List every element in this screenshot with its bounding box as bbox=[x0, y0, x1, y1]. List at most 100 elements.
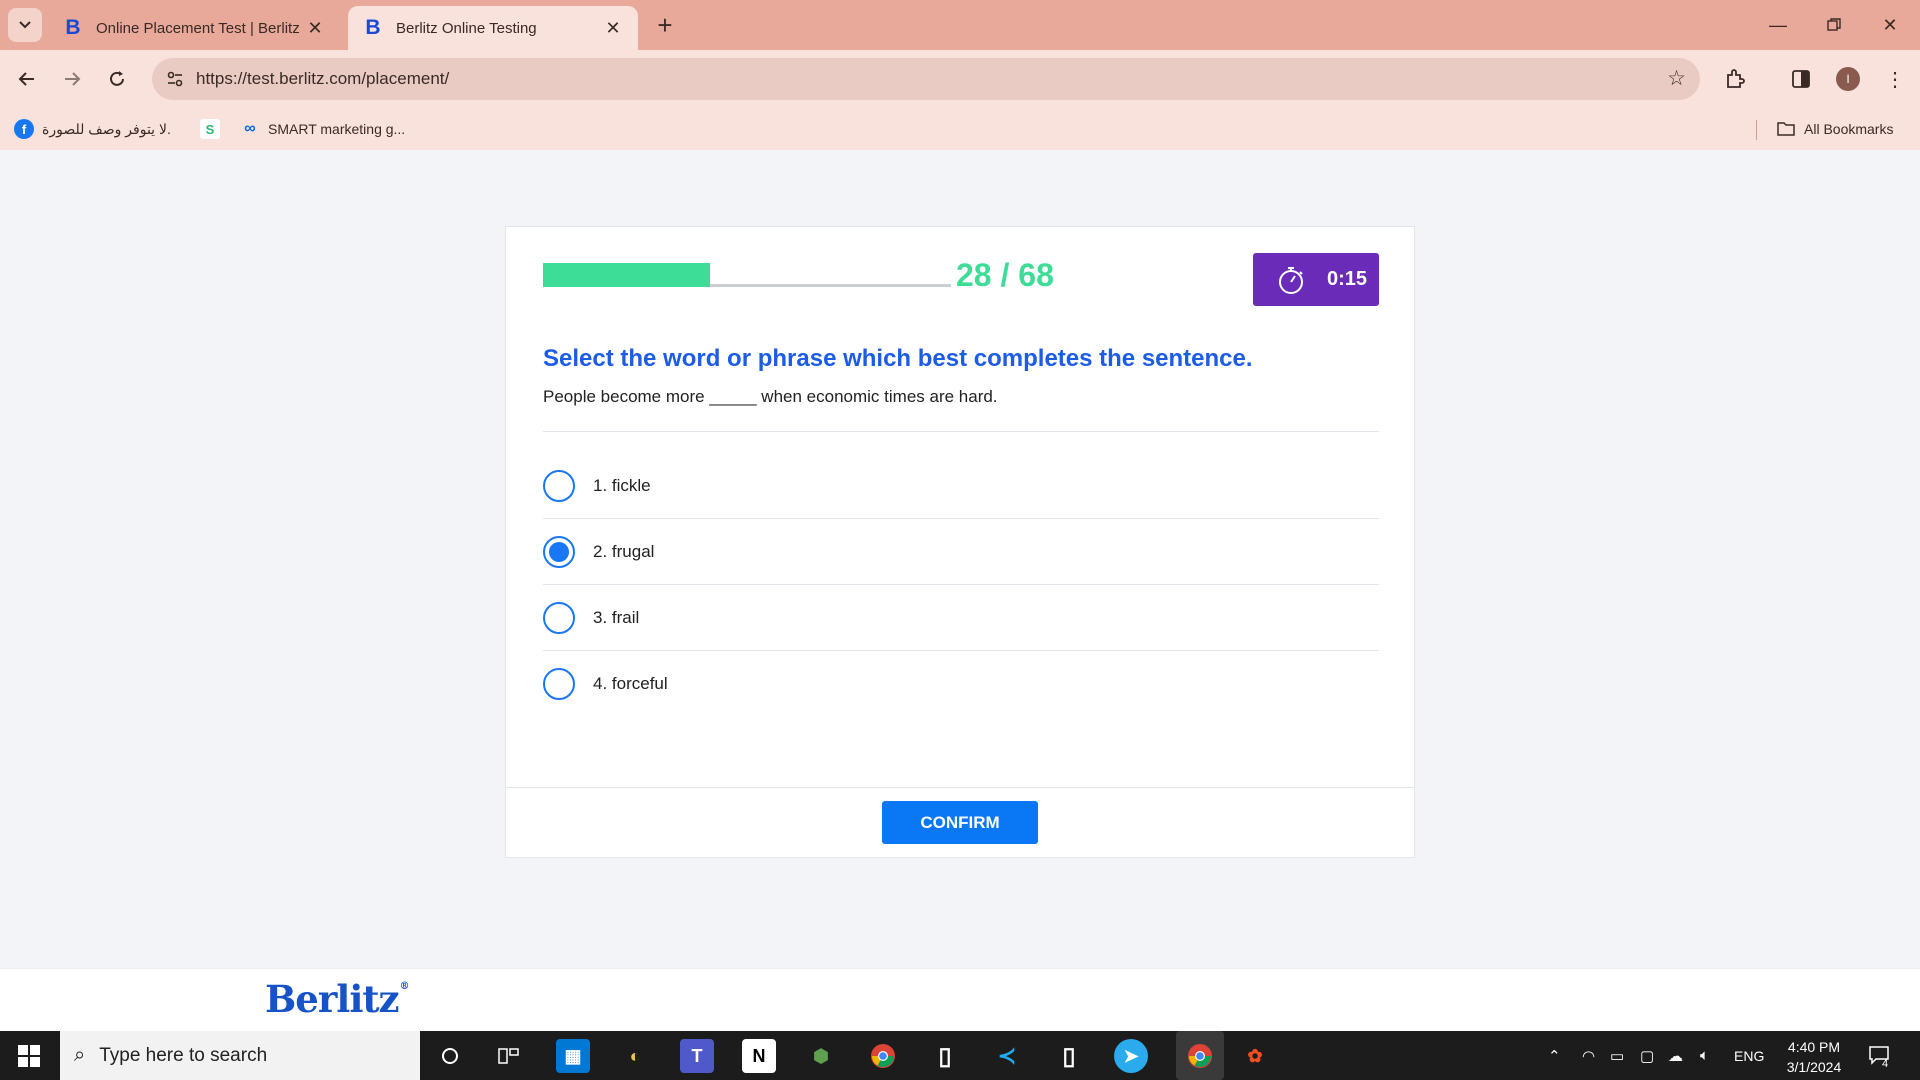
stopwatch-icon bbox=[1279, 266, 1303, 294]
windows-taskbar: ⌕ Type here to search ▦ ◐ T N ⬢ ▯ ≺ ▯ ➤ … bbox=[0, 1031, 1920, 1080]
close-tab-icon[interactable]: ✕ bbox=[304, 17, 326, 39]
cortana-icon[interactable] bbox=[433, 1039, 467, 1073]
timer-value: 0:15 bbox=[1327, 268, 1368, 290]
counter-separator: / bbox=[1000, 257, 1010, 293]
tab-title: Berlitz Online Testing bbox=[396, 19, 537, 37]
browser-toolbar: https://test.berlitz.com/placement/ ☆ I … bbox=[0, 50, 1920, 108]
url-text[interactable]: https://test.berlitz.com/placement/ bbox=[196, 69, 449, 89]
registered-mark: ® bbox=[399, 981, 410, 992]
minimize-icon[interactable]: — bbox=[1750, 0, 1806, 50]
vscode-icon[interactable]: ≺ bbox=[990, 1039, 1024, 1073]
radio-button[interactable] bbox=[543, 469, 575, 502]
browser-tab-strip: B Online Placement Test | Berlitz ✕ B Be… bbox=[0, 0, 1920, 50]
windows-start-icon[interactable] bbox=[0, 1031, 58, 1080]
option-label: 3. frail bbox=[593, 607, 640, 627]
bookmark-star-icon[interactable]: ☆ bbox=[1667, 66, 1686, 91]
app-icon[interactable]: ◐ bbox=[618, 1039, 652, 1073]
logo-text: Berlitz bbox=[265, 977, 400, 1021]
new-tab-button[interactable]: + bbox=[650, 10, 680, 40]
radio-dot bbox=[549, 541, 569, 562]
question-counter: 28 / 68 bbox=[956, 257, 1054, 294]
berlitz-favicon-icon: B bbox=[365, 16, 381, 39]
close-window-icon[interactable]: ✕ bbox=[1862, 0, 1918, 50]
option-label: 1. fickle bbox=[593, 475, 651, 495]
notion-icon[interactable]: N bbox=[742, 1039, 776, 1073]
restore-icon[interactable] bbox=[1806, 0, 1862, 50]
question-title: Select the word or phrase which best com… bbox=[543, 345, 1253, 372]
teams-icon[interactable]: T bbox=[680, 1039, 714, 1073]
bookmark-label: SMART marketing g... bbox=[268, 121, 406, 137]
answer-option-1[interactable]: 1. fickle bbox=[543, 453, 1379, 519]
search-icon: ⌕ bbox=[74, 1044, 86, 1066]
meta-icon: ∞ bbox=[244, 120, 256, 137]
divider bbox=[543, 431, 1379, 432]
language-indicator[interactable]: ENG bbox=[1734, 1031, 1764, 1080]
address-bar[interactable]: https://test.berlitz.com/placement/ ☆ bbox=[152, 58, 1700, 100]
profile-avatar[interactable]: I bbox=[1836, 67, 1860, 91]
tab-online-placement-test[interactable]: B Online Placement Test | Berlitz ✕ bbox=[48, 6, 340, 50]
bookmarks-bar: f لا يتوفر وصف للصورة. S ∞ SMART marketi… bbox=[0, 108, 1920, 150]
all-bookmarks-label: All Bookmarks bbox=[1804, 121, 1894, 137]
figma-icon[interactable]: ✿ bbox=[1238, 1039, 1272, 1073]
telegram-icon[interactable]: ➤ bbox=[1114, 1039, 1148, 1073]
option-label: 4. forceful bbox=[593, 674, 668, 693]
radio-button-selected[interactable] bbox=[543, 535, 575, 568]
file-icon[interactable]: ▯ bbox=[928, 1039, 962, 1073]
current-question-number: 28 bbox=[956, 257, 992, 293]
file-icon[interactable]: ▯ bbox=[1052, 1039, 1086, 1073]
nodejs-icon[interactable]: ⬢ bbox=[804, 1039, 838, 1073]
page-footer: Berlitz® bbox=[0, 968, 1920, 1031]
confirm-button[interactable]: CONFIRM bbox=[882, 801, 1038, 844]
berlitz-favicon-icon: B bbox=[65, 16, 81, 39]
total-questions: 68 bbox=[1018, 257, 1054, 293]
clock-date: 3/1/2024 bbox=[1786, 1059, 1842, 1075]
bookmark-s-app[interactable]: S bbox=[200, 118, 228, 140]
bookmark-smart-marketing[interactable]: ∞ SMART marketing g... bbox=[240, 118, 405, 140]
page-content: 28 / 68 0:15 Select the word or phrase w… bbox=[0, 150, 1920, 1031]
countdown-timer: 0:15 bbox=[1253, 253, 1379, 306]
tab-search-button[interactable] bbox=[8, 8, 42, 42]
answer-option-2[interactable]: 2. frugal bbox=[543, 519, 1379, 585]
microsoft-store-icon[interactable]: ▦ bbox=[556, 1039, 590, 1073]
search-placeholder: Type here to search bbox=[99, 1044, 268, 1066]
bookmark-facebook[interactable]: f لا يتوفر وصف للصورة. bbox=[14, 118, 171, 140]
extensions-icon[interactable] bbox=[1720, 64, 1750, 94]
onedrive-icon[interactable]: ☁ bbox=[1668, 1031, 1683, 1080]
facebook-icon: f bbox=[14, 119, 34, 139]
tab-title: Online Placement Test | Berlitz bbox=[96, 19, 300, 37]
clock-time: 4:40 PM bbox=[1787, 1039, 1841, 1055]
radio-button[interactable] bbox=[543, 601, 575, 634]
forward-icon[interactable] bbox=[55, 62, 89, 96]
answer-option-4[interactable]: 4. forceful bbox=[543, 651, 1379, 717]
all-bookmarks[interactable]: All Bookmarks bbox=[1776, 118, 1893, 140]
chrome-active-icon[interactable] bbox=[1176, 1031, 1224, 1080]
menu-kebab-icon[interactable]: ⋮ bbox=[1880, 64, 1910, 94]
meet-now-icon[interactable]: ▢ bbox=[1640, 1031, 1654, 1080]
question-sentence: People become more _____ when economic t… bbox=[543, 387, 998, 406]
network-icon[interactable]: ◠ bbox=[1582, 1031, 1595, 1080]
chrome-icon[interactable] bbox=[866, 1039, 900, 1073]
answer-option-3[interactable]: 3. frail bbox=[543, 585, 1379, 651]
berlitz-logo[interactable]: Berlitz® bbox=[265, 977, 410, 1021]
bookmarks-divider bbox=[1756, 120, 1757, 140]
task-view-icon[interactable] bbox=[492, 1039, 526, 1073]
progress-bar-fill bbox=[543, 263, 710, 287]
volume-icon[interactable]: 🔈︎ bbox=[1700, 1031, 1709, 1080]
battery-icon[interactable]: ▭ bbox=[1610, 1031, 1624, 1080]
bookmark-label: لا يتوفر وصف للصورة. bbox=[42, 120, 171, 137]
close-tab-icon[interactable]: ✕ bbox=[602, 17, 624, 39]
side-panel-icon[interactable] bbox=[1786, 64, 1816, 94]
taskbar-search[interactable]: ⌕ Type here to search bbox=[60, 1031, 420, 1080]
site-settings-icon[interactable] bbox=[162, 66, 188, 92]
reload-icon[interactable] bbox=[100, 62, 134, 96]
question-card: 28 / 68 0:15 Select the word or phrase w… bbox=[505, 226, 1415, 858]
back-icon[interactable] bbox=[10, 62, 44, 96]
notification-center-icon[interactable]: 4 bbox=[1868, 1031, 1898, 1080]
divider bbox=[506, 787, 1414, 788]
radio-button[interactable] bbox=[543, 668, 575, 700]
tab-berlitz-online-testing[interactable]: B Berlitz Online Testing ✕ bbox=[348, 6, 638, 50]
system-clock[interactable]: 4:40 PM 3/1/2024 bbox=[1774, 1037, 1854, 1077]
notification-count: 4 bbox=[1882, 1057, 1889, 1070]
chevron-down-icon bbox=[19, 21, 31, 29]
show-hidden-icons[interactable]: ⌃ bbox=[1548, 1031, 1561, 1080]
